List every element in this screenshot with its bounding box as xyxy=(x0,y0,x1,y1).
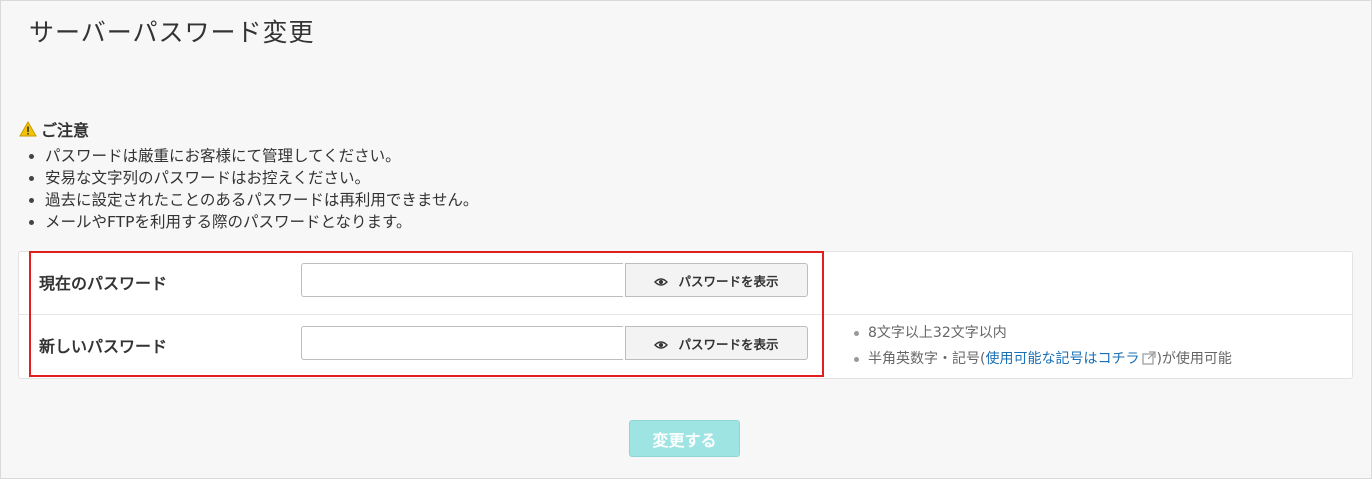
current-password-input[interactable] xyxy=(301,263,623,297)
hint-characters-suffix: )が使用可能 xyxy=(1156,351,1232,367)
password-form-panel: 現在のパスワード パスワードを表示 新しいパスワード パスワードを表示 8文字以… xyxy=(18,251,1353,379)
page-title: サーバーパスワード変更 xyxy=(29,18,315,47)
current-password-row: 現在のパスワード パスワードを表示 xyxy=(19,252,1352,315)
show-new-password-button[interactable]: パスワードを表示 xyxy=(625,326,808,360)
notice-heading-text: ご注意 xyxy=(41,121,90,140)
notice-section: ご注意 パスワードは厳重にお客様にて管理してください。 安易な文字列のパスワード… xyxy=(19,117,478,233)
notice-list: パスワードは厳重にお客様にて管理してください。 安易な文字列のパスワードはお控え… xyxy=(19,145,478,233)
show-current-password-label: パスワードを表示 xyxy=(678,273,779,289)
show-new-password-label: パスワードを表示 xyxy=(678,336,779,352)
notice-item: 安易な文字列のパスワードはお控えください。 xyxy=(19,167,478,189)
notice-item: メールやFTPを利用する際のパスワードとなります。 xyxy=(19,211,478,233)
new-password-row: 新しいパスワード パスワードを表示 8文字以上32文字以内 半角英数字・記号(使… xyxy=(19,315,1352,377)
hint-characters: 半角英数字・記号(使用可能な記号はコチラ )が使用可能 xyxy=(854,346,1232,372)
eye-icon xyxy=(654,275,669,286)
hint-characters-prefix: 半角英数字・記号( xyxy=(868,351,986,367)
external-link-icon xyxy=(1142,348,1157,365)
current-password-label: 現在のパスワード xyxy=(39,274,168,293)
notice-heading: ご注意 xyxy=(19,117,478,141)
notice-item: 過去に設定されたことのあるパスワードは再利用できません。 xyxy=(19,189,478,211)
new-password-label: 新しいパスワード xyxy=(39,337,168,356)
hint-length: 8文字以上32文字以内 xyxy=(854,320,1232,346)
notice-item: パスワードは厳重にお客様にて管理してください。 xyxy=(19,145,478,167)
submit-change-button[interactable]: 変更する xyxy=(629,420,740,457)
eye-icon xyxy=(654,338,669,349)
usable-symbols-link[interactable]: 使用可能な記号はコチラ xyxy=(985,348,1157,367)
password-hints: 8文字以上32文字以内 半角英数字・記号(使用可能な記号はコチラ )が使用可能 xyxy=(854,320,1232,372)
new-password-input[interactable] xyxy=(301,326,623,360)
page-frame: サーバーパスワード変更 ご注意 パスワードは厳重にお客様にて管理してください。 … xyxy=(0,0,1372,479)
warning-icon xyxy=(19,120,37,137)
usable-symbols-link-text: 使用可能な記号はコチラ xyxy=(985,351,1140,367)
show-current-password-button[interactable]: パスワードを表示 xyxy=(625,263,808,297)
